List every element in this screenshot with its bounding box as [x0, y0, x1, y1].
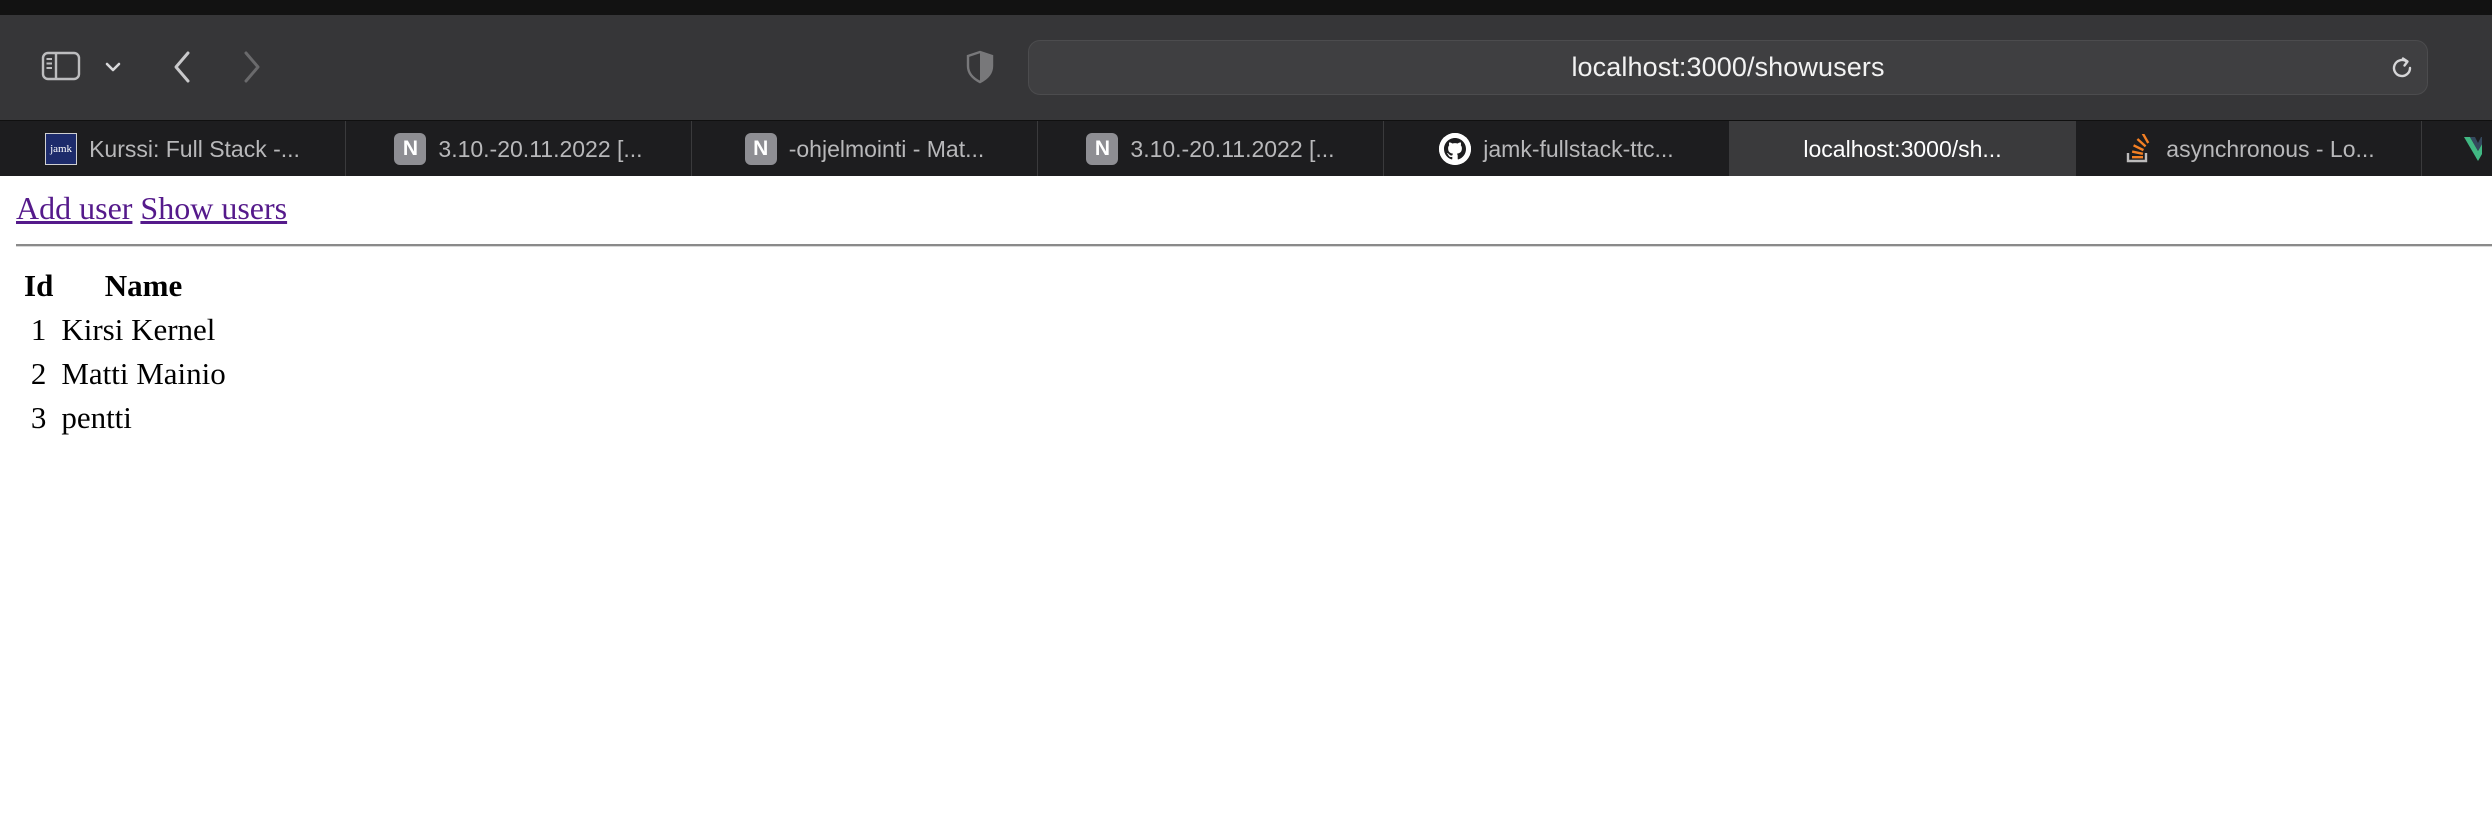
show-users-link[interactable]: Show users	[140, 190, 287, 226]
table-header-row: Id Name	[22, 264, 228, 308]
name-column-header: Name	[104, 268, 183, 303]
jamk-icon: jamk	[45, 133, 78, 165]
tab-notion-3[interactable]: N 3.10.-20.11.2022 [...	[1038, 121, 1384, 177]
stackoverflow-icon	[2122, 133, 2154, 165]
user-name: Matti Mainio	[61, 356, 226, 391]
tab-notion-1[interactable]: N 3.10.-20.11.2022 [...	[346, 121, 692, 177]
divider	[16, 244, 2492, 247]
table-row: 1 Kirsi Kernel	[22, 308, 228, 352]
notion-icon: N	[744, 133, 777, 165]
id-column-header: Id	[24, 268, 54, 303]
nav-links: Add user Show users	[16, 190, 287, 227]
user-id: 2	[30, 356, 47, 391]
notion-icon: N	[1086, 133, 1119, 165]
tab-notion-2[interactable]: N -ohjelmointi - Mat...	[692, 121, 1038, 177]
table-row: 2 Matti Mainio	[22, 352, 228, 396]
forward-arrow-icon[interactable]	[234, 47, 270, 87]
address-bar[interactable]: localhost:3000/showusers	[1028, 40, 2428, 95]
table-row: 3 pentti	[22, 396, 228, 440]
user-name: pentti	[61, 400, 132, 435]
user-name: Kirsi Kernel	[61, 312, 216, 347]
browser-toolbar: localhost:3000/showusers	[0, 15, 2492, 120]
back-arrow-icon[interactable]	[164, 47, 200, 87]
sidebar-toggle-icon[interactable]	[38, 47, 84, 85]
tab-title: localhost:3000/sh...	[1803, 135, 2002, 162]
chevron-down-icon[interactable]	[100, 55, 126, 79]
vue-icon	[2462, 133, 2482, 165]
window-top-strip	[0, 0, 2492, 15]
tab-title: 3.10.-20.11.2022 [...	[1130, 135, 1335, 162]
notion-icon: N	[394, 133, 427, 165]
tab-kurssi[interactable]: jamk Kurssi: Full Stack -...	[0, 121, 346, 177]
tab-localhost[interactable]: localhost:3000/sh...	[1730, 121, 2076, 177]
user-id: 1	[30, 312, 47, 347]
url-text: localhost:3000/showusers	[1571, 52, 1885, 82]
tab-title: jamk-fullstack-ttc...	[1483, 135, 1674, 162]
reload-icon[interactable]	[2387, 53, 2417, 83]
tab-partial[interactable]	[2422, 121, 2482, 177]
tab-bar: jamk Kurssi: Full Stack -... N 3.10.-20.…	[0, 120, 2492, 177]
tab-title: -ohjelmointi - Mat...	[788, 135, 985, 162]
privacy-shield-icon[interactable]	[960, 47, 1000, 87]
user-id: 3	[30, 400, 47, 435]
page-content: Add user Show users Id Name 1 Kirsi Kern…	[0, 176, 2492, 820]
github-icon	[1439, 133, 1472, 165]
tab-github[interactable]: jamk-fullstack-ttc...	[1384, 121, 1730, 177]
tab-stackoverflow[interactable]: asynchronous - Lo...	[2076, 121, 2422, 177]
tab-title: 3.10.-20.11.2022 [...	[438, 135, 643, 162]
tab-title: Kurssi: Full Stack -...	[89, 135, 300, 162]
tab-title: asynchronous - Lo...	[2166, 135, 2375, 162]
users-table: Id Name 1 Kirsi Kernel 2 Matti Mainio 3 …	[18, 264, 232, 440]
add-user-link[interactable]: Add user	[16, 190, 132, 226]
